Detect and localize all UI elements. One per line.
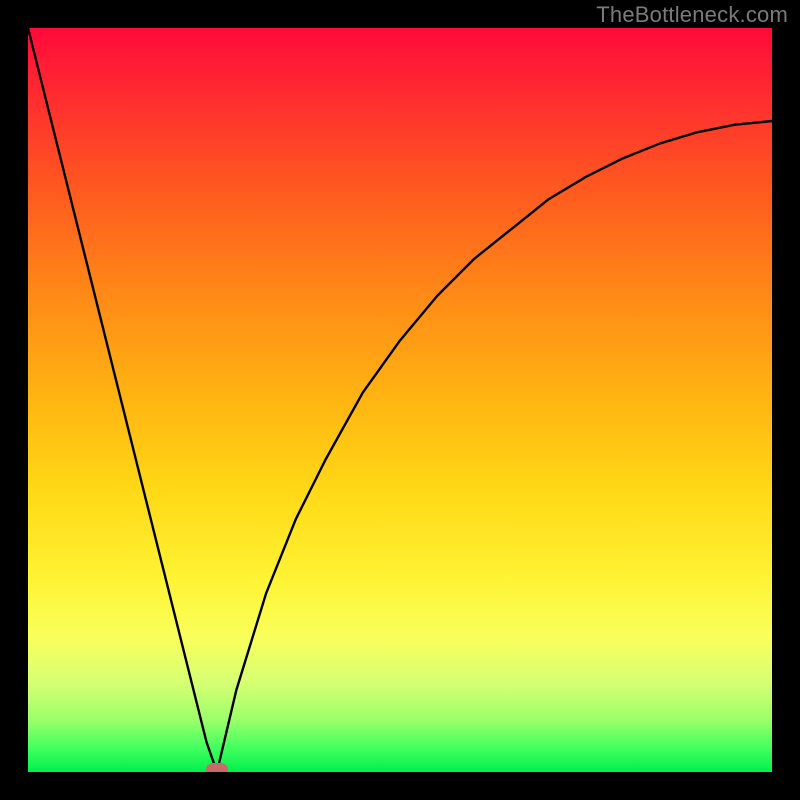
watermark-text: TheBottleneck.com	[596, 2, 788, 28]
minimum-marker	[206, 763, 228, 772]
chart-plot-area	[28, 28, 772, 772]
chart-frame: TheBottleneck.com	[0, 0, 800, 800]
chart-curve-path	[28, 28, 772, 772]
chart-curve	[28, 28, 772, 772]
